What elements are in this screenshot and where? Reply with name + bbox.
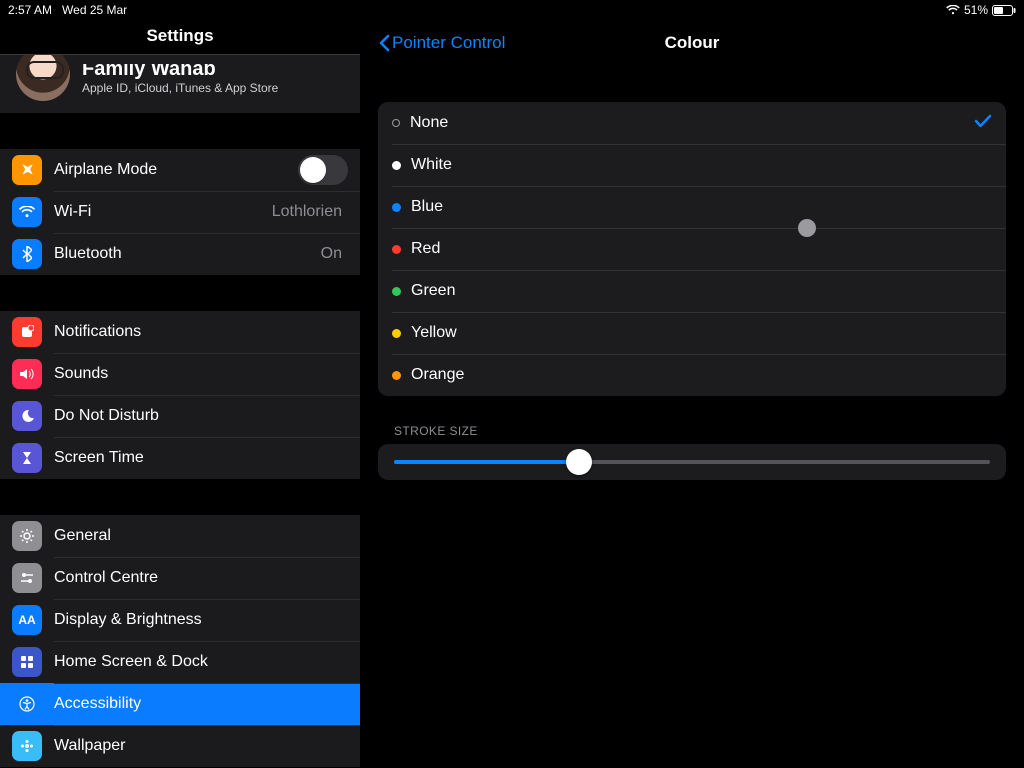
option-label: Blue — [411, 198, 443, 216]
sliders-icon — [12, 563, 42, 593]
sidebar-item-notifications[interactable]: Notifications — [0, 311, 360, 353]
sounds-icon — [12, 359, 42, 389]
sidebar-item-homescreen[interactable]: Home Screen & Dock — [0, 641, 360, 683]
sidebar-item-wifi[interactable]: Wi-Fi Lothlorien — [0, 191, 360, 233]
slider-thumb[interactable] — [566, 449, 592, 475]
sidebar-title: Settings — [0, 20, 360, 54]
profile-sub: Apple ID, iCloud, iTunes & App Store — [82, 81, 278, 95]
gear-icon — [12, 521, 42, 551]
colour-options-card: None White Blue Red Green Yellow Orange — [378, 102, 1006, 396]
swatch-icon — [392, 329, 401, 338]
grid-icon — [12, 647, 42, 677]
option-label: Green — [411, 282, 455, 300]
status-battery: 51% — [964, 3, 988, 17]
pointer-cursor — [798, 219, 816, 237]
swatch-icon — [392, 203, 401, 212]
flower-icon — [12, 731, 42, 761]
sidebar-item-airplane[interactable]: Airplane Mode — [0, 149, 360, 191]
option-label: None — [410, 114, 448, 132]
status-date: Wed 25 Mar — [62, 3, 127, 17]
swatch-icon — [392, 161, 401, 170]
hourglass-icon — [12, 443, 42, 473]
sidebar-item-bluetooth[interactable]: Bluetooth On — [0, 233, 360, 275]
swatch-icon — [392, 119, 400, 127]
bluetooth-icon — [12, 239, 42, 269]
stroke-size-slider-card — [378, 444, 1006, 480]
bluetooth-value: On — [321, 245, 348, 263]
colour-option-none[interactable]: None — [378, 102, 1006, 144]
aa-icon: AA — [12, 605, 42, 635]
sidebar-group-alerts: Notifications Sounds Do Not Disturb Scre… — [0, 311, 360, 479]
colour-option-orange[interactable]: Orange — [378, 354, 1006, 396]
apple-id-row[interactable]: Family Wahab Apple ID, iCloud, iTunes & … — [0, 54, 360, 113]
sidebar-item-sounds[interactable]: Sounds — [0, 353, 360, 395]
sidebar-group-system: General Control Centre AA Display & Brig… — [0, 515, 360, 767]
airplane-toggle[interactable] — [298, 155, 348, 185]
option-label: Orange — [411, 366, 464, 384]
back-button[interactable]: Pointer Control — [378, 33, 505, 53]
back-label: Pointer Control — [392, 33, 505, 53]
chevron-left-icon — [378, 34, 390, 52]
sidebar-item-screentime[interactable]: Screen Time — [0, 437, 360, 479]
status-bar: 2:57 AM Wed 25 Mar 51% — [0, 0, 1024, 20]
swatch-icon — [392, 245, 401, 254]
moon-icon — [12, 401, 42, 431]
wifi-value: Lothlorien — [272, 203, 348, 221]
colour-option-red[interactable]: Red — [378, 228, 1006, 270]
sidebar-item-controlcentre[interactable]: Control Centre — [0, 557, 360, 599]
status-time: 2:57 AM — [8, 3, 52, 17]
avatar — [16, 54, 70, 101]
battery-icon — [992, 5, 1016, 16]
sidebar-item-accessibility[interactable]: Accessibility — [0, 683, 360, 725]
wifi-icon — [946, 5, 960, 15]
option-label: White — [411, 156, 452, 174]
swatch-icon — [392, 371, 401, 380]
sidebar-group-connectivity: Airplane Mode Wi-Fi Lothlorien Bluetooth… — [0, 149, 360, 275]
colour-option-yellow[interactable]: Yellow — [378, 312, 1006, 354]
sidebar-item-wallpaper[interactable]: Wallpaper — [0, 725, 360, 767]
option-label: Yellow — [411, 324, 457, 342]
checkmark-icon — [974, 114, 992, 133]
stroke-size-header: Stroke Size — [394, 424, 1006, 438]
wifi-settings-icon — [12, 197, 42, 227]
colour-option-green[interactable]: Green — [378, 270, 1006, 312]
sidebar-item-dnd[interactable]: Do Not Disturb — [0, 395, 360, 437]
accessibility-icon — [12, 689, 42, 719]
colour-option-blue[interactable]: Blue — [378, 186, 1006, 228]
swatch-icon — [392, 287, 401, 296]
settings-sidebar: Settings Family Wahab Apple ID, iCloud, … — [0, 20, 360, 768]
colour-option-white[interactable]: White — [378, 144, 1006, 186]
airplane-icon — [12, 155, 42, 185]
notifications-icon — [12, 317, 42, 347]
stroke-size-slider[interactable] — [394, 460, 990, 464]
option-label: Red — [411, 240, 440, 258]
sidebar-item-general[interactable]: General — [0, 515, 360, 557]
detail-pane: Pointer Control Colour NoneWhiteBlueRedG… — [360, 20, 1024, 768]
profile-name: Family Wahab — [82, 64, 278, 81]
sidebar-item-display[interactable]: AA Display & Brightness — [0, 599, 360, 641]
